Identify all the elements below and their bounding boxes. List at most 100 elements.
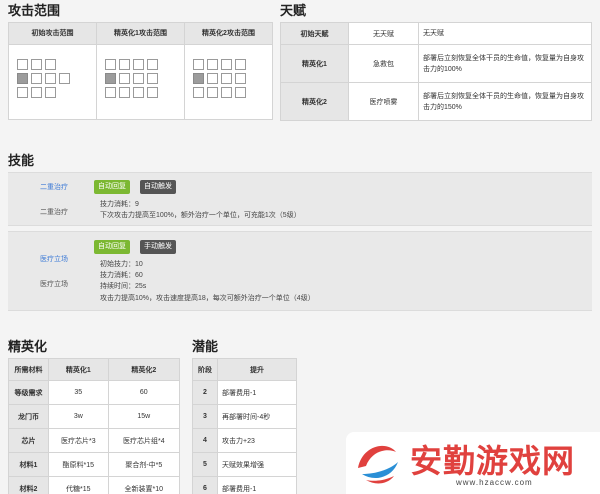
skill-line: 技力消耗：60 xyxy=(100,272,143,279)
site-watermark: 安勤游戏网 www.hzaccw.com xyxy=(346,432,600,494)
range-tile xyxy=(235,87,246,98)
trigger-tag: 手动触发 xyxy=(140,240,176,254)
range-tile xyxy=(147,73,158,84)
range-tile xyxy=(235,59,246,70)
range-tile xyxy=(193,87,204,98)
table-row: 5 天赋效果增强 xyxy=(192,452,297,477)
table-row: 4 攻击力+23 xyxy=(192,428,297,453)
range-tile xyxy=(119,87,130,98)
elite-cell: 医疗芯片组*4 xyxy=(107,428,181,453)
range-header-elite2: 精英化2攻击范围 xyxy=(202,30,255,37)
range-tile xyxy=(105,59,116,70)
operator-tile xyxy=(193,73,204,84)
range-tile xyxy=(221,59,232,70)
range-tile xyxy=(45,73,56,84)
talent-desc: 部署后立刻恢复全体干员的生命值，恢复量为自身攻击力的150% xyxy=(418,82,592,121)
talent-stage: 初始天赋 xyxy=(280,22,349,45)
range-tile xyxy=(147,59,158,70)
skill-title: 技能 xyxy=(8,153,35,168)
range-tile xyxy=(133,73,144,84)
range-grid-elite2 xyxy=(185,45,272,120)
elite-header: 所需材料 xyxy=(8,358,49,381)
skill-line: 技力消耗：9 xyxy=(100,201,139,208)
talent-stage: 精英化2 xyxy=(280,82,349,121)
elite-key: 芯片 xyxy=(8,428,49,453)
site-logo-icon xyxy=(358,445,398,484)
attack-range-panel: 初始攻击范围 精英化1攻击范围 精英化2攻击范围 xyxy=(8,22,273,120)
range-tile xyxy=(147,87,158,98)
elite-cell: 代糖*15 xyxy=(48,476,109,494)
range-tile xyxy=(31,59,42,70)
recovery-tag: 自动回复 xyxy=(94,180,130,194)
elite-cell: 15w xyxy=(107,404,181,429)
watermark-url: www.hzaccw.com xyxy=(456,478,533,487)
table-row: 材料2 代糖*15 全新装置*10 xyxy=(8,476,181,494)
skill-card-1: 二重治疗 二重治疗 自动回复 自动触发 技力消耗：9 下次攻击力提高至100%，… xyxy=(8,172,592,226)
range-tile xyxy=(221,87,232,98)
operator-tile xyxy=(105,73,116,84)
elite-cell: 35 xyxy=(48,380,109,405)
elite-header: 精英化2 xyxy=(107,358,181,381)
range-tile xyxy=(17,87,28,98)
talent-title: 天赋 xyxy=(280,3,307,18)
talent-desc: 无天赋 xyxy=(418,22,592,45)
range-tile xyxy=(133,59,144,70)
talent-table: 初始天赋 无天赋 无天赋 精英化1 急救包 部署后立刻恢复全体干员的生命值，恢复… xyxy=(280,22,592,121)
potential-effect: 天赋效果增强 xyxy=(217,452,297,477)
table-row: 龙门币 3w 15w xyxy=(8,404,181,429)
table-row: 材料1 酯原料*15 聚合剂-中*5 xyxy=(8,452,181,477)
range-tile xyxy=(193,59,204,70)
skill-card-2: 医疗立场 医疗立场 自动回复 手动触发 初始技力：10 技力消耗：60 持续时间… xyxy=(8,231,592,311)
range-tile xyxy=(221,73,232,84)
skill-line: 持续时间：25s xyxy=(100,283,147,290)
table-row: 3 再部署时间-4秒 xyxy=(192,404,297,429)
trigger-tag: 自动触发 xyxy=(140,180,176,194)
potential-effect: 部署费用-1 xyxy=(217,476,297,494)
range-tile xyxy=(207,87,218,98)
range-tile xyxy=(59,73,70,84)
potential-stage: 3 xyxy=(192,404,218,429)
range-tile xyxy=(207,73,218,84)
range-tile xyxy=(133,87,144,98)
range-grid-elite1 xyxy=(97,45,185,120)
skill-name[interactable]: 医疗立场 xyxy=(40,254,68,264)
elite-table: 所需材料 精英化1 精英化2 等级需求 35 60 龙门币 3w 15w 芯片 … xyxy=(8,358,181,494)
elite-cell: 聚合剂-中*5 xyxy=(107,452,181,477)
potential-header: 提升 xyxy=(217,358,297,381)
range-header-elite1: 精英化1攻击范围 xyxy=(97,23,185,44)
potential-header: 阶段 xyxy=(192,358,218,381)
table-row: 芯片 医疗芯片*3 医疗芯片组*4 xyxy=(8,428,181,453)
range-tile xyxy=(119,73,130,84)
talent-name: 医疗喷雾 xyxy=(348,82,419,121)
table-row: 6 部署费用-1 xyxy=(192,476,297,494)
range-tile xyxy=(235,73,246,84)
elite-cell: 酯原料*15 xyxy=(48,452,109,477)
elite-cell: 60 xyxy=(107,380,181,405)
potential-stage: 5 xyxy=(192,452,218,477)
potential-table: 阶段 提升 2 部署费用-1 3 再部署时间-4秒 4 攻击力+23 5 天赋效… xyxy=(192,358,297,494)
range-tile xyxy=(45,87,56,98)
elite-cell: 3w xyxy=(48,404,109,429)
elite-key: 材料2 xyxy=(8,476,49,494)
talent-desc: 部署后立刻恢复全体干员的生命值，恢复量为自身攻击力的100% xyxy=(418,44,592,83)
watermark-title: 安勤游戏网 xyxy=(410,442,576,480)
range-tile xyxy=(31,87,42,98)
skill-subname: 二重治疗 xyxy=(40,209,68,216)
range-tile xyxy=(207,59,218,70)
talent-row: 精英化1 急救包 部署后立刻恢复全体干员的生命值，恢复量为自身攻击力的100% xyxy=(280,44,592,83)
range-tile xyxy=(17,59,28,70)
potential-stage: 6 xyxy=(192,476,218,494)
range-grid-initial xyxy=(9,45,97,120)
talent-stage: 精英化1 xyxy=(280,44,349,83)
skill-name[interactable]: 二重治疗 xyxy=(40,182,68,192)
range-tile xyxy=(105,87,116,98)
range-tile xyxy=(31,73,42,84)
talent-row: 精英化2 医疗喷雾 部署后立刻恢复全体干员的生命值，恢复量为自身攻击力的150% xyxy=(280,82,592,121)
range-title: 攻击范围 xyxy=(8,3,61,18)
potential-stage: 2 xyxy=(192,380,218,405)
elite-cell: 全新装置*10 xyxy=(107,476,181,494)
elite-cell: 医疗芯片*3 xyxy=(48,428,109,453)
potential-effect: 部署费用-1 xyxy=(217,380,297,405)
operator-tile xyxy=(17,73,28,84)
talent-name: 无天赋 xyxy=(348,22,419,45)
